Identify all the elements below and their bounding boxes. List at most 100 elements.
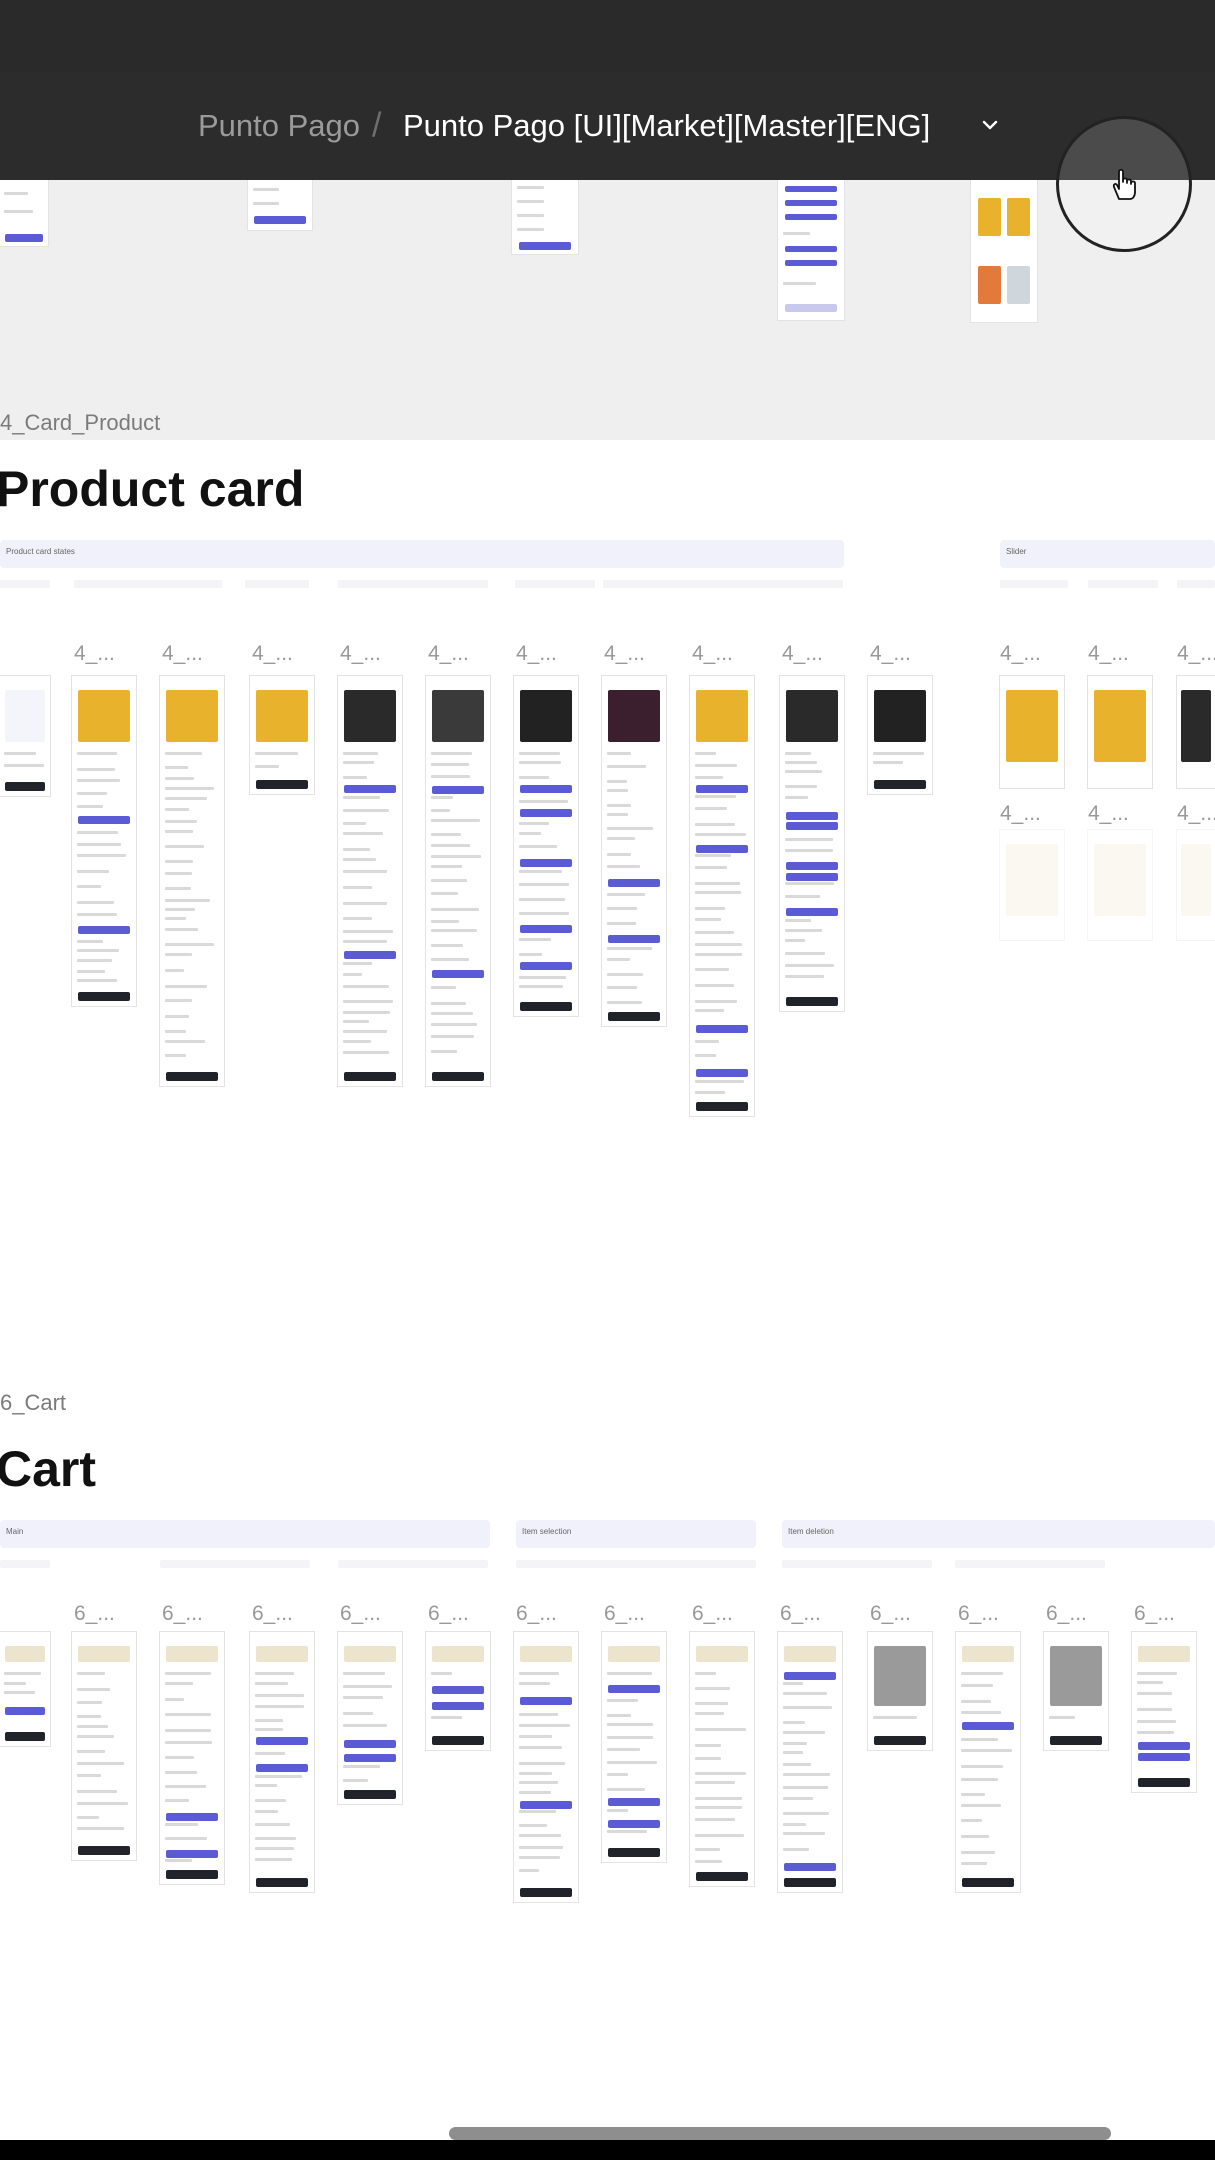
group-label: Product card states <box>6 547 75 556</box>
frame-label: 4_... <box>1177 802 1215 826</box>
frame-thumbnail[interactable] <box>250 676 314 794</box>
frame-thumbnail[interactable] <box>426 1632 490 1750</box>
frame-thumbnail[interactable] <box>1177 676 1215 788</box>
frame-thumbnail[interactable] <box>1177 830 1215 940</box>
breadcrumb-separator: / <box>372 107 381 146</box>
frame-thumbnail[interactable] <box>0 180 48 246</box>
subgroup <box>245 580 309 588</box>
frame-thumbnail[interactable] <box>0 676 50 796</box>
subgroup <box>516 1560 756 1568</box>
status-bar <box>0 0 1215 72</box>
frame-label: 6_... <box>958 1602 999 1626</box>
frame-label: 6_... <box>1134 1602 1175 1626</box>
frame-label: 6_... <box>162 1602 203 1626</box>
frame-label: 4_... <box>1000 802 1041 826</box>
design-canvas[interactable]: 4_Card_Product Product card Product card… <box>0 180 1215 2160</box>
frame-label: 6_... <box>252 1602 293 1626</box>
section-title-cart: Cart <box>0 1440 96 1498</box>
horizontal-scrollbar[interactable] <box>449 2127 1111 2140</box>
frame-label: 4_... <box>1088 642 1129 666</box>
frame-label: 4_... <box>692 642 733 666</box>
frame-thumbnail[interactable] <box>160 676 224 1086</box>
subgroup <box>0 580 50 588</box>
group-item-deletion[interactable]: Item deletion <box>782 1520 1215 1548</box>
frame-thumbnail[interactable] <box>338 676 402 1086</box>
frame-thumbnail[interactable] <box>1088 676 1152 788</box>
frame-thumbnail[interactable] <box>1088 830 1152 940</box>
frame-label: 6_... <box>692 1602 733 1626</box>
frame-thumbnail[interactable] <box>338 1632 402 1804</box>
frame-thumbnail[interactable] <box>1000 676 1064 788</box>
frame-label: 6_... <box>870 1602 911 1626</box>
frame-label: 4_... <box>340 642 381 666</box>
frame-thumbnail[interactable] <box>250 1632 314 1892</box>
frame-label: 6_... <box>340 1602 381 1626</box>
subgroup <box>160 1560 310 1568</box>
section-label-product[interactable]: 4_Card_Product <box>0 410 160 436</box>
frame-label: 6_... <box>604 1602 645 1626</box>
frame-thumbnail[interactable] <box>690 676 754 1116</box>
frame-label: 4_... <box>1000 642 1041 666</box>
frame-thumbnail[interactable] <box>778 180 844 320</box>
bottom-bar <box>0 2140 1215 2160</box>
frame-label: 6_... <box>1046 1602 1087 1626</box>
frame-thumbnail[interactable] <box>868 676 932 794</box>
frame-thumbnail[interactable] <box>1044 1632 1108 1750</box>
frame-label: 4_... <box>252 642 293 666</box>
group-label: Item selection <box>522 1527 571 1536</box>
file-header: Punto Pago / Punto Pago [UI][Market][Mas… <box>0 72 1215 180</box>
chevron-down-icon[interactable] <box>980 115 1000 135</box>
frame-label: 4_... <box>74 642 115 666</box>
subgroup <box>0 1560 50 1568</box>
frame-thumbnail[interactable] <box>512 180 578 254</box>
frame-thumbnail[interactable] <box>514 1632 578 1902</box>
frame-thumbnail[interactable] <box>971 180 1037 322</box>
frame-thumbnail[interactable] <box>72 676 136 1006</box>
frame-label: 4_... <box>782 642 823 666</box>
group-item-selection[interactable]: Item selection <box>516 1520 756 1548</box>
subgroup <box>338 580 488 588</box>
breadcrumb-project[interactable]: Punto Pago <box>198 108 360 144</box>
group-label: Main <box>6 1527 23 1536</box>
frame-thumbnail[interactable] <box>778 1632 842 1892</box>
group-label: Slider <box>1006 547 1026 556</box>
subgroup <box>1000 580 1068 588</box>
frame-thumbnail[interactable] <box>0 1632 50 1746</box>
frame-label: 4_... <box>870 642 911 666</box>
frame-thumbnail[interactable] <box>1132 1632 1196 1792</box>
frame-label: 4_... <box>516 642 557 666</box>
frame-thumbnail[interactable] <box>426 676 490 1086</box>
frame-label: 4_... <box>1177 642 1215 666</box>
frame-label: 4_... <box>604 642 645 666</box>
frame-thumbnail[interactable] <box>690 1632 754 1886</box>
group-main[interactable]: Main <box>0 1520 490 1548</box>
group-slider[interactable]: Slider <box>1000 540 1215 568</box>
hand-cursor-icon <box>1109 167 1139 201</box>
subgroup <box>603 580 843 588</box>
subgroup <box>782 1560 932 1568</box>
frame-label: 4_... <box>428 642 469 666</box>
frame-thumbnail[interactable] <box>780 676 844 1011</box>
frame-thumbnail[interactable] <box>514 676 578 1016</box>
subgroup <box>338 1560 488 1568</box>
frame-thumbnail[interactable] <box>956 1632 1020 1892</box>
subgroup <box>515 580 595 588</box>
frame-thumbnail[interactable] <box>72 1632 136 1860</box>
breadcrumb-file-name[interactable]: Punto Pago [UI][Market][Master][ENG] <box>403 108 930 144</box>
subgroup <box>1177 580 1215 588</box>
frame-thumbnail[interactable] <box>1000 830 1064 940</box>
frame-label: 6_... <box>780 1602 821 1626</box>
frame-thumbnail[interactable] <box>602 1632 666 1862</box>
frame-thumbnail[interactable] <box>602 676 666 1026</box>
section-title-product: Product card <box>0 460 304 518</box>
frame-label: 6_... <box>74 1602 115 1626</box>
group-product-states[interactable]: Product card states <box>0 540 844 568</box>
frame-label: 6_... <box>516 1602 557 1626</box>
subgroup <box>1088 580 1158 588</box>
section-label-cart[interactable]: 6_Cart <box>0 1390 66 1416</box>
frame-thumbnail[interactable] <box>160 1632 224 1884</box>
frame-label: 6_... <box>428 1602 469 1626</box>
frame-thumbnail[interactable] <box>868 1632 932 1750</box>
frame-label: 4_... <box>162 642 203 666</box>
frame-thumbnail[interactable] <box>248 180 312 230</box>
